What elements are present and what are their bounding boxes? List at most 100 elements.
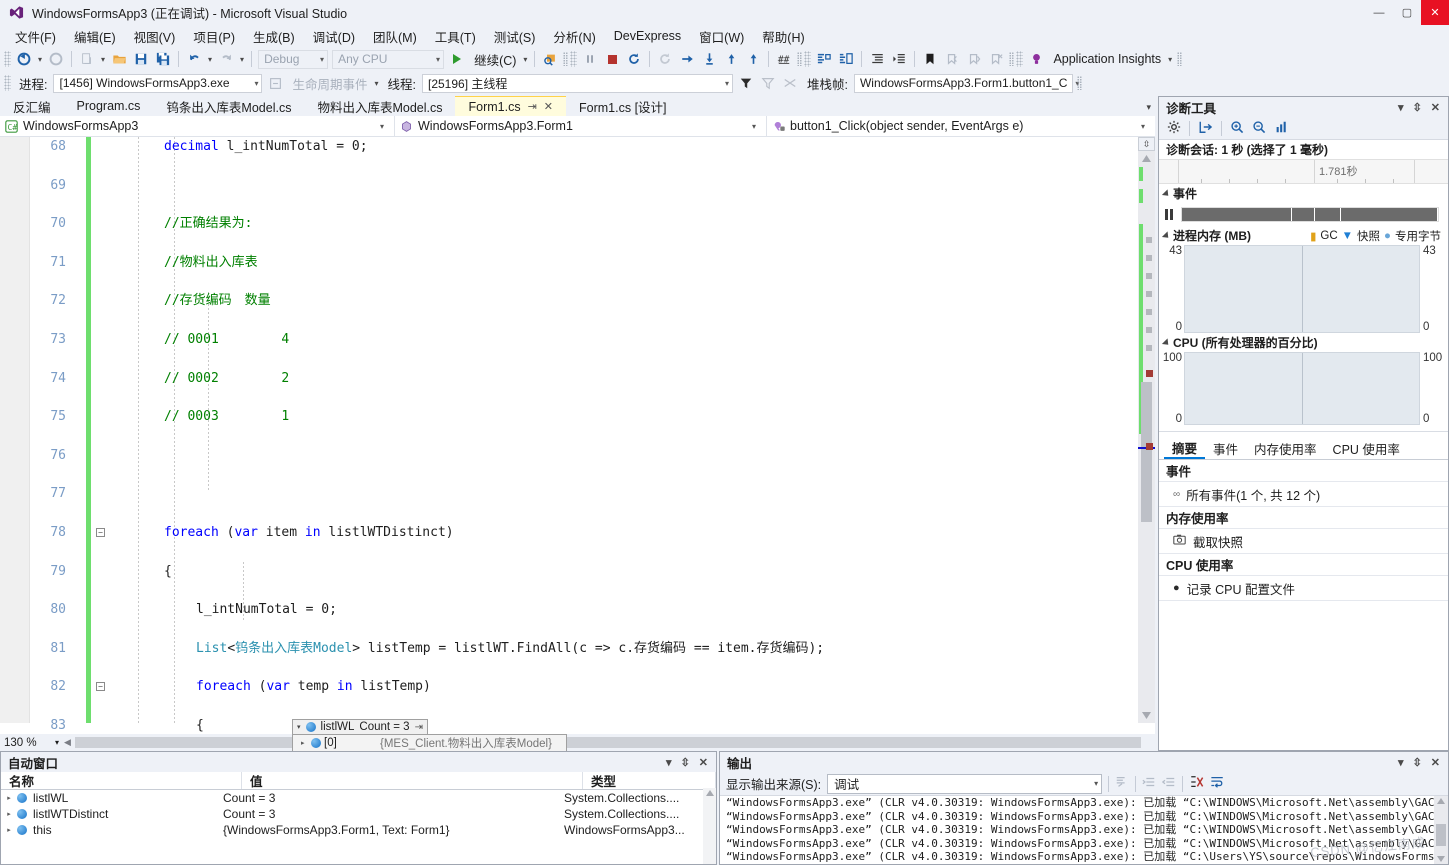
pause-icon[interactable] <box>1165 209 1181 220</box>
stackframe-combo[interactable]: WindowsFormsApp3.Form1.button1_C ▾ <box>853 73 1079 93</box>
row-expander-icon-3[interactable]: ▸ <box>1 826 17 834</box>
code-line[interactable]: 82 − foreach (var temp in listTemp) <box>0 677 1155 696</box>
memory-graph[interactable]: 43 0 43 0 <box>1159 245 1448 333</box>
table-row[interactable]: ▸ listlWL Count = 3 System.Collections..… <box>1 790 716 806</box>
panel-pin-icon[interactable]: ⇳ <box>1413 101 1422 114</box>
autos-column-name[interactable]: 名称 <box>1 772 242 789</box>
autos-column-type[interactable]: 类型 <box>583 772 716 789</box>
undo-icon[interactable] <box>183 48 205 70</box>
clear-all-icon[interactable] <box>1189 775 1204 792</box>
toolbar-grip-4[interactable] <box>1016 51 1024 67</box>
toolbar-overflow-handle-4[interactable] <box>1177 52 1183 66</box>
toolbar-grip-2[interactable] <box>570 51 578 67</box>
settings-gear-icon[interactable] <box>1167 120 1181 137</box>
export-icon[interactable] <box>1198 120 1213 137</box>
continue-label[interactable]: 继续(C) <box>468 50 520 69</box>
scrollbar-thumb[interactable] <box>1141 382 1152 522</box>
step-over-icon[interactable] <box>676 48 698 70</box>
decrease-indent-icon[interactable] <box>866 48 888 70</box>
save-all-icon[interactable] <box>152 48 174 70</box>
cpu-graph[interactable]: 100 0 100 0 <box>1159 352 1448 425</box>
menu-tools[interactable]: 工具(T) <box>426 25 485 48</box>
code-line[interactable]: 74 // 0002 2 <box>0 369 1155 388</box>
navbar-project-combo[interactable]: C# WindowsFormsApp3 ▾ <box>0 115 395 137</box>
summary-item-take-snapshot[interactable]: 截取快照 <box>1159 529 1448 554</box>
tab-disassembly[interactable]: 反汇编 <box>0 96 64 116</box>
code-editor[interactable]: 68 decimal l_intNumTotal = 0; 69 70 //正确结果为:… <box>0 137 1155 751</box>
reset-zoom-chart-icon[interactable] <box>1274 120 1288 137</box>
autos-scroll-up-icon[interactable] <box>706 790 714 796</box>
diag-tab-memory-usage[interactable]: 内存使用率 <box>1246 438 1325 459</box>
debug-toolbar-overflow[interactable] <box>1076 76 1082 90</box>
menu-team[interactable]: 团队(M) <box>364 25 426 48</box>
menu-view[interactable]: 视图(V) <box>125 25 185 48</box>
hex-display-icon[interactable]: ## <box>773 48 795 70</box>
code-line[interactable]: 83 { <box>0 716 1155 735</box>
increase-indent-icon[interactable] <box>888 48 910 70</box>
cpu-section-header[interactable]: CPU (所有处理器的百分比) <box>1159 333 1448 352</box>
lifecycle-caret[interactable]: ▾ <box>372 79 382 88</box>
diag-tab-summary[interactable]: 摘要 <box>1164 438 1206 459</box>
filter-icon[interactable] <box>735 72 757 94</box>
menu-test[interactable]: 测试(S) <box>485 25 545 48</box>
go-to-next-message-icon[interactable] <box>1162 775 1176 792</box>
menu-build[interactable]: 生成(B) <box>244 25 304 48</box>
code-line[interactable]: 78 − foreach (var item in listlWTDistinct) <box>0 523 1155 542</box>
code-line[interactable]: 76 <box>0 446 1155 465</box>
debugger-datatip[interactable]: ▾ listlWL Count = 3 ⇥ ▸ [0] {MES_Client.… <box>292 719 567 751</box>
output-scroll-up-icon[interactable] <box>1437 798 1445 804</box>
stop-debugging-icon[interactable] <box>601 48 623 70</box>
code-line[interactable]: 68 decimal l_intNumTotal = 0; <box>0 137 1155 156</box>
tab-wuliao-model-cs[interactable]: 物料出入库表Model.cs <box>304 96 455 116</box>
toolbar-overflow-handle-3[interactable] <box>1009 52 1015 66</box>
restart-icon[interactable] <box>623 48 645 70</box>
toggle-word-wrap-icon[interactable] <box>1210 775 1225 792</box>
navbar-type-combo[interactable]: WindowsFormsApp3.Form1 ▾ <box>395 115 767 137</box>
output-close-icon[interactable]: ✕ <box>1431 756 1440 769</box>
zoom-out-icon[interactable] <box>1252 120 1266 137</box>
toolbar-grip[interactable] <box>4 51 11 67</box>
diag-tab-cpu-usage[interactable]: CPU 使用率 <box>1325 438 1408 459</box>
code-line[interactable]: 75 // 0003 1 <box>0 407 1155 426</box>
menu-debug[interactable]: 调试(D) <box>304 25 364 48</box>
application-insights-label[interactable]: Application Insights <box>1047 52 1165 66</box>
go-to-previous-message-icon[interactable] <box>1142 775 1156 792</box>
process-combo[interactable]: [1456] WindowsFormsApp3.exe ▾ <box>53 73 263 93</box>
navigate-backward-caret[interactable]: ▾ <box>35 55 45 64</box>
tab-program-cs[interactable]: Program.cs <box>64 96 154 116</box>
redo-caret[interactable]: ▾ <box>237 55 247 64</box>
scroll-up-arrow-icon[interactable] <box>1142 155 1151 162</box>
open-file-icon[interactable] <box>108 48 130 70</box>
undo-caret[interactable]: ▾ <box>205 55 215 64</box>
application-insights-caret[interactable]: ▾ <box>1165 55 1175 64</box>
panel-close-icon[interactable]: ✕ <box>1431 101 1440 114</box>
autos-pin-icon[interactable]: ⇳ <box>681 756 690 769</box>
attach-process-icon[interactable] <box>539 48 561 70</box>
events-section-header[interactable]: 事件 <box>1159 184 1448 203</box>
output-text-area[interactable]: “WindowsFormsApp3.exe” (CLR v4.0.30319: … <box>720 796 1448 864</box>
tab-wutiao-model-cs[interactable]: 钨条出入库表Model.cs <box>153 96 304 116</box>
split-view-icon[interactable]: ⇳ <box>1138 137 1155 151</box>
step-out-icon[interactable] <box>720 48 742 70</box>
menu-analyze[interactable]: 分析(N) <box>544 25 604 48</box>
panel-dropdown-icon[interactable]: ▾ <box>1398 101 1404 114</box>
menu-project[interactable]: 项目(P) <box>184 25 244 48</box>
comment-selection-icon[interactable] <box>813 48 835 70</box>
menu-devexpress[interactable]: DevExpress <box>605 27 690 45</box>
datatip-item-0[interactable]: ▸ [0] {MES_Client.物料出入库表Model} <box>293 735 566 750</box>
diag-tab-events[interactable]: 事件 <box>1205 438 1246 459</box>
output-dropdown-icon[interactable]: ▾ <box>1398 756 1404 769</box>
tab-form1-cs[interactable]: Form1.cs ⇥ ✕ <box>455 96 567 116</box>
output-vertical-scrollbar[interactable] <box>1434 796 1448 864</box>
collapse-box-icon[interactable]: − <box>96 527 105 537</box>
summary-item-all-events[interactable]: ∞ 所有事件(1 个, 共 12 个) <box>1159 482 1448 507</box>
step-out-2-icon[interactable] <box>742 48 764 70</box>
thread-combo[interactable]: [25196] 主线程 ▾ <box>422 73 733 93</box>
row-expander-icon-2[interactable]: ▸ <box>1 810 17 818</box>
output-scrollbar-thumb[interactable] <box>1436 824 1446 846</box>
scroll-down-arrow-icon[interactable] <box>1142 712 1151 719</box>
code-line[interactable]: 69 <box>0 176 1155 195</box>
summary-item-record-cpu[interactable]: ● 记录 CPU 配置文件 <box>1159 576 1448 601</box>
application-insights-icon[interactable] <box>1025 48 1047 70</box>
output-pin-icon[interactable]: ⇳ <box>1413 756 1422 769</box>
